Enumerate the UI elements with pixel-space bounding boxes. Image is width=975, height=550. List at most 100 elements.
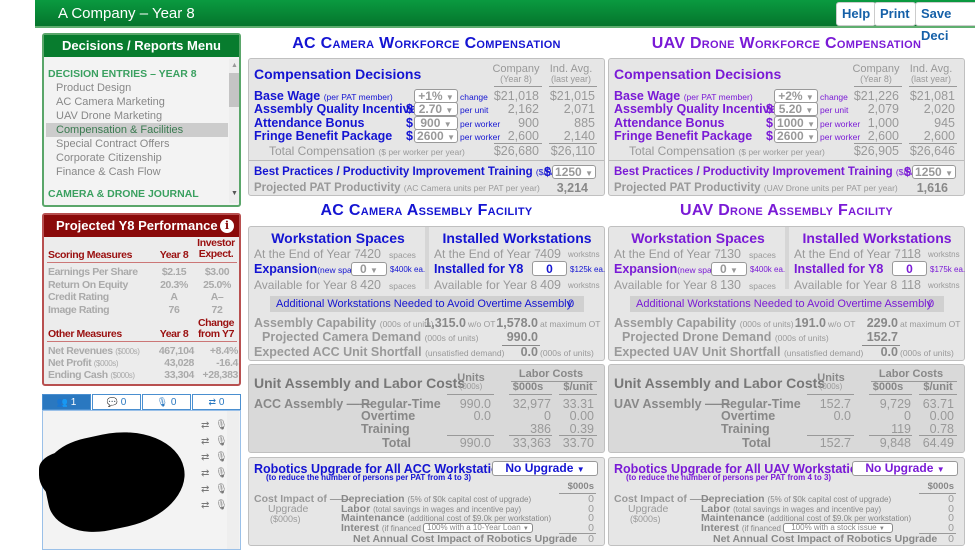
- retweet-icon[interactable]: ⇄: [201, 499, 209, 513]
- installed-workstations-input[interactable]: [892, 261, 927, 276]
- expansion-select[interactable]: 0 ▼: [711, 262, 747, 276]
- total-comp-label: Total Compensation: [269, 144, 376, 158]
- spaces-end-value: 130: [720, 247, 741, 261]
- installed-unit: $175k ea.: [930, 265, 966, 274]
- menu-item[interactable]: AC Camera Marketing: [46, 95, 228, 109]
- industry-avg-value: 2,600: [923, 128, 955, 143]
- workforce-compensation-title: AC Camera Workforce Compensation: [292, 35, 561, 52]
- save-decisions-button[interactable]: Save Deci: [915, 2, 975, 43]
- menu-scrollbar[interactable]: ▲ ▼: [229, 59, 239, 203]
- compensation-panel: Compensation Decisions Company (Year 8) Ind…: [608, 58, 965, 196]
- demand-label: Projected Camera Demand: [262, 330, 422, 344]
- retweet-icon[interactable]: ⇄: [201, 467, 209, 481]
- labor-row-per-unit: 0.78: [929, 422, 954, 436]
- labor-row-label: Training: [721, 422, 770, 436]
- spaces-unit: spaces: [749, 250, 776, 260]
- menu-section-decision-entries[interactable]: DECISION ENTRIES – YEAR 8: [48, 67, 197, 81]
- installed-unit: $125k ea.: [570, 265, 606, 274]
- chat-tab[interactable]: 👥 1: [42, 394, 91, 410]
- chat-tab[interactable]: ⇄ 0: [192, 394, 241, 410]
- menu-item[interactable]: UAV Drone Marketing: [46, 109, 228, 123]
- retweet-icon: ⇄: [208, 397, 217, 407]
- installed-workstations-input[interactable]: [532, 261, 567, 276]
- list-scrollbar[interactable]: [227, 411, 239, 549]
- menu-item[interactable]: Corporate Citizenship: [46, 151, 228, 165]
- industry-avg-sub-header: (last year): [910, 74, 951, 84]
- robotics-upgrade-select[interactable]: No Upgrade ▼: [852, 461, 958, 476]
- expansion-select-value: 0: [720, 262, 727, 276]
- installed-label: Installed for Y8: [434, 262, 524, 276]
- menu-item[interactable]: Finance & Cash Flow: [46, 165, 228, 179]
- assembly-facility-panel: Workstation Spaces Installed Workstations…: [248, 226, 605, 361]
- menu-item[interactable]: Product Design: [46, 81, 228, 95]
- expansion-unit: $400k ea.: [390, 265, 426, 274]
- industry-avg-value: 2,071: [563, 102, 595, 117]
- workstations-available-value: 118: [901, 278, 921, 292]
- microphone-icon[interactable]: 🎙: [215, 451, 228, 465]
- microphone-icon[interactable]: 🎙: [215, 435, 228, 449]
- decisions-menu: Decisions / Reports Menu DECISION ENTRIE…: [42, 33, 241, 207]
- chat-tab[interactable]: 🎙 0: [142, 394, 191, 410]
- tab-count: 0: [170, 397, 177, 408]
- training-select-value: 1250: [555, 165, 582, 179]
- industry-avg-value: 885: [574, 115, 595, 130]
- robotics-upgrade-value: No Upgrade: [865, 461, 934, 475]
- training-label: Best Practices / Productivity Improvemen…: [254, 166, 533, 178]
- microphone-icon[interactable]: 🎙: [215, 467, 228, 481]
- currency-symbol: $: [766, 128, 773, 143]
- participant-list: ⇄ 🎙 ⇄ 🎙 ⇄ 🎙 ⇄ 🎙 ⇄ 🎙 ⇄ 🎙: [36, 410, 241, 550]
- chat-panel: 👥 1 💬 0 🎙 0 ⇄ 0 ⇄ 🎙 ⇄ 🎙 ⇄ 🎙 ⇄ 🎙 ⇄ 🎙 ⇄ 🎙: [36, 394, 241, 550]
- assembly-group-label: ACC Assembly ——: [254, 397, 372, 411]
- currency-symbol: $: [766, 115, 773, 130]
- comp-row-label: Base Wage: [614, 89, 681, 103]
- comp-row-sub: (per PAT member): [323, 92, 393, 102]
- print-button[interactable]: Print: [874, 2, 916, 26]
- installed-workstations-heading: Installed Workstations: [802, 230, 952, 246]
- comp-row-label: Fringe Benefit Package: [254, 128, 393, 143]
- tab-count: 1: [70, 397, 77, 408]
- expansion-label: Expansion: [254, 262, 318, 276]
- microphone-icon[interactable]: 🎙: [215, 419, 228, 433]
- comp-row-label: Fringe Benefit Package: [614, 128, 753, 143]
- industry-avg-value: 945: [934, 115, 955, 130]
- demand-label: Projected Drone Demand: [622, 330, 772, 344]
- installed-workstations-heading: Installed Workstations: [442, 230, 592, 246]
- expansion-unit: $400k ea.: [750, 265, 786, 274]
- chevron-down-icon: ▼: [936, 465, 945, 474]
- shortfall-label: Expected ACC Unit Shortfall: [254, 345, 422, 359]
- industry-avg-value: $21,015: [549, 89, 595, 103]
- retweet-icon[interactable]: ⇄: [201, 435, 209, 449]
- shortfall-label: Expected UAV Unit Shortfall: [614, 345, 781, 359]
- labor-row-label: Training: [361, 422, 410, 436]
- chat-tab[interactable]: 💬 0: [92, 394, 141, 410]
- productivity-value: 1,616: [916, 181, 948, 195]
- robotics-sub: (to reduce the number of persons per PAT…: [266, 473, 472, 482]
- robotics-upgrade-panel: Robotics Upgrade for All UAV Workstation…: [608, 457, 965, 546]
- labor-costs-panel: Unit Assembly and Labor Costs Units (000s)…: [608, 364, 965, 453]
- labor-row-per-unit: 64.49: [922, 436, 954, 450]
- demand-value: 990.0: [506, 330, 538, 344]
- shortfall-value: 0.0: [880, 345, 898, 359]
- spaces-unit: spaces: [389, 281, 416, 291]
- tab-count: 0: [218, 397, 225, 408]
- training-select-value: 1250: [915, 165, 942, 179]
- expansion-select[interactable]: 0 ▼: [351, 262, 387, 276]
- info-circle-icon[interactable]: i: [220, 219, 234, 233]
- microphone-icon[interactable]: 🎙: [215, 499, 228, 513]
- retweet-icon[interactable]: ⇄: [201, 451, 209, 465]
- shortfall-unit: (000s of units): [900, 348, 954, 358]
- tab-count: 0: [120, 397, 127, 408]
- assembly-facility-title: UAV Drone Assembly Facility: [679, 202, 894, 219]
- robotics-upgrade-select[interactable]: No Upgrade ▼: [492, 461, 598, 476]
- training-select[interactable]: 1250 ▼: [912, 165, 956, 179]
- menu-section-journal[interactable]: CAMERA & DRONE JOURNAL: [48, 187, 199, 201]
- help-button[interactable]: Help: [836, 2, 877, 26]
- per-unit-header: $/unit: [923, 381, 953, 393]
- menu-item[interactable]: Compensation & Facilities: [46, 123, 228, 137]
- retweet-icon[interactable]: ⇄: [201, 419, 209, 433]
- menu-item[interactable]: Special Contract Offers: [46, 137, 228, 151]
- workstation-spaces-heading: Workstation Spaces: [631, 230, 765, 246]
- retweet-icon[interactable]: ⇄: [201, 483, 209, 497]
- training-select[interactable]: 1250 ▼: [552, 165, 596, 179]
- microphone-icon[interactable]: 🎙: [215, 483, 228, 497]
